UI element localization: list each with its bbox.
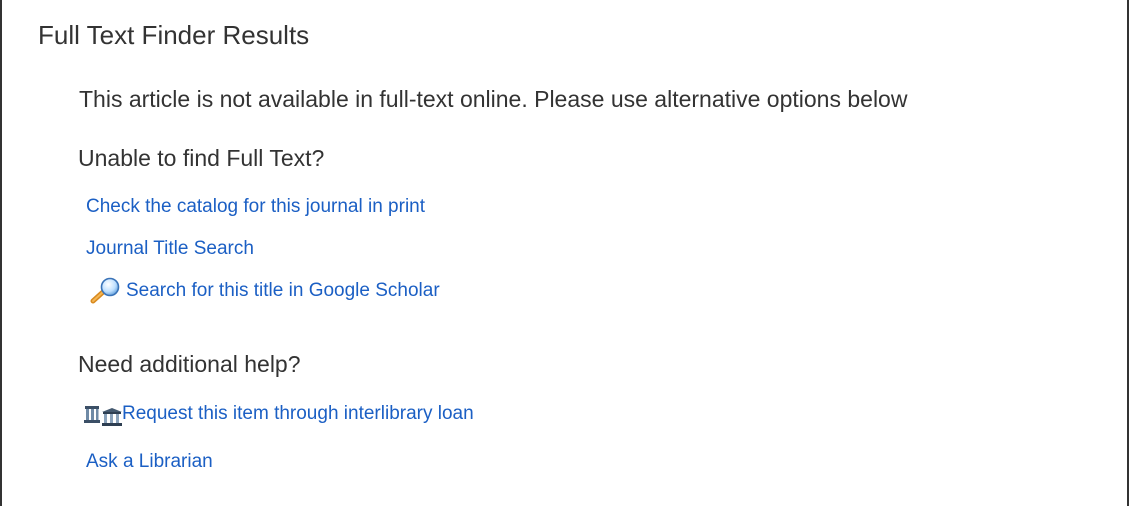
- interlibrary-loan-link[interactable]: Request this item through interlibrary l…: [82, 400, 474, 428]
- help-section-heading: Need additional help?: [78, 351, 301, 377]
- ask-librarian-label: Ask a Librarian: [86, 451, 213, 472]
- page-title: Full Text Finder Results: [38, 20, 310, 50]
- unable-section-heading: Unable to find Full Text?: [78, 145, 325, 171]
- catalog-link[interactable]: Check the catalog for this journal in pr…: [86, 196, 425, 218]
- google-scholar-link[interactable]: Search for this title in Google Scholar: [86, 277, 440, 305]
- interlibrary-loan-label: Request this item through interlibrary l…: [122, 403, 474, 424]
- catalog-link-label: Check the catalog for this journal in pr…: [86, 196, 426, 217]
- journal-title-search-link[interactable]: Journal Title Search: [86, 238, 254, 260]
- journal-title-search-label: Journal Title Search: [86, 238, 254, 259]
- full-text-finder-panel: Full Text Finder Results This article is…: [0, 0, 1129, 506]
- availability-notice: This article is not available in full-te…: [79, 86, 908, 112]
- magnifier-icon: [86, 277, 124, 305]
- library-building-icon: [82, 400, 122, 428]
- ask-librarian-link[interactable]: Ask a Librarian: [86, 451, 213, 473]
- google-scholar-label: Search for this title in Google Scholar: [126, 280, 440, 301]
